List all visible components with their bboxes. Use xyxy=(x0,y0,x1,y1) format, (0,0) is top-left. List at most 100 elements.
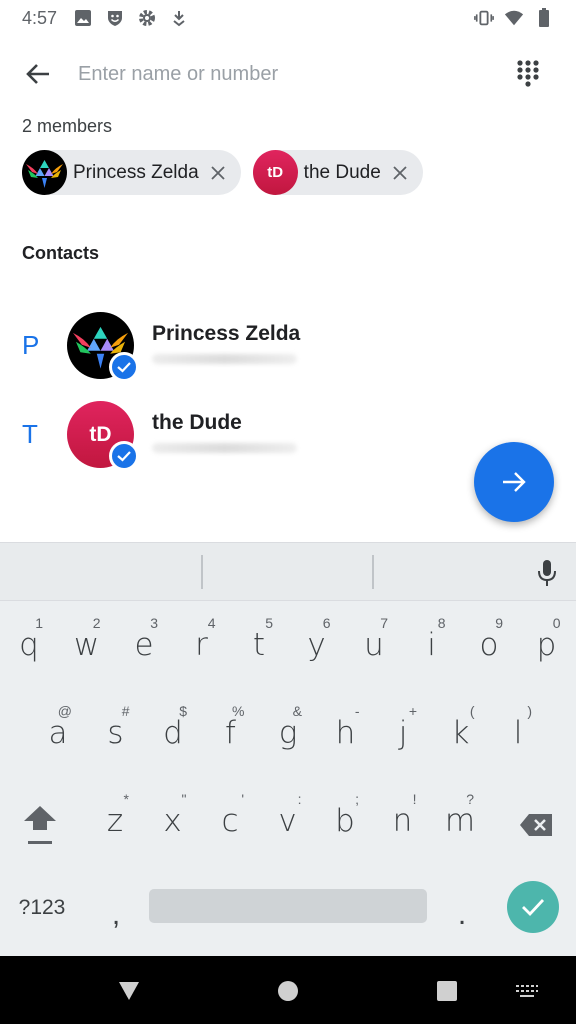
period-key[interactable]: . xyxy=(440,888,484,942)
key-c[interactable]: ' c xyxy=(202,781,258,861)
key-g[interactable]: & g xyxy=(260,693,316,773)
key-o[interactable]: 9o xyxy=(461,605,517,685)
key-q[interactable]: 1q xyxy=(1,605,57,685)
vibrate-icon xyxy=(474,8,494,28)
key-char: r xyxy=(195,627,208,663)
key-u[interactable]: 7u xyxy=(346,605,402,685)
key-j[interactable]: + j xyxy=(375,693,431,773)
key-r[interactable]: 4r xyxy=(174,605,230,685)
key-s[interactable]: # s xyxy=(88,693,144,773)
mic-icon xyxy=(538,560,556,586)
key-hint: @ xyxy=(57,703,72,719)
back-button[interactable] xyxy=(8,44,68,104)
key-f[interactable]: % f xyxy=(203,693,259,773)
key-char: b xyxy=(335,803,355,839)
nav-back-button[interactable] xyxy=(116,978,142,1004)
keyboard-icon xyxy=(516,985,538,997)
key-x[interactable]: " x xyxy=(145,781,201,861)
zelda-avatar xyxy=(22,150,67,195)
key-char: g xyxy=(278,715,298,751)
search-input[interactable] xyxy=(78,62,478,86)
suggestion-strip xyxy=(0,543,576,601)
key-n[interactable]: ! n xyxy=(375,781,431,861)
key-d[interactable]: $ d xyxy=(145,693,201,773)
keyboard-switch-button[interactable] xyxy=(514,978,540,1004)
square-recents-icon xyxy=(437,981,457,1001)
key-hint: $ xyxy=(179,703,187,719)
gear-icon xyxy=(137,8,157,28)
key-y[interactable]: 6y xyxy=(289,605,345,685)
key-hint: ! xyxy=(412,791,417,807)
close-icon xyxy=(393,165,407,180)
key-m[interactable]: ? m xyxy=(432,781,488,861)
check-icon xyxy=(522,899,545,917)
chip-label: the Dude xyxy=(303,161,381,183)
key-hint: % xyxy=(232,703,245,719)
key-z[interactable]: * z xyxy=(87,781,143,861)
backspace-key[interactable] xyxy=(508,795,564,855)
contact-name: the Dude xyxy=(152,411,242,434)
index-letter: T xyxy=(22,419,38,449)
avatar-initials: tD xyxy=(267,164,284,181)
key-p[interactable]: 0p xyxy=(519,605,575,685)
key-hint: " xyxy=(181,791,187,807)
key-char: e xyxy=(134,627,154,663)
key-t[interactable]: 5t xyxy=(231,605,287,685)
wifi-icon xyxy=(504,8,524,28)
keyboard: 1q2w3e4r5t6y7u8i9o0p @ a # s $ d% f & g - h + j(k) l … xyxy=(0,542,576,956)
key-l[interactable]: ) l xyxy=(490,693,546,773)
nav-home-button[interactable] xyxy=(275,978,301,1004)
member-chip[interactable]: tD the Dude xyxy=(252,150,423,195)
key-hint: ' xyxy=(241,791,244,807)
key-char: k xyxy=(451,715,470,751)
key-hint: : xyxy=(297,791,302,807)
remove-chip-button[interactable] xyxy=(207,162,229,184)
key-e[interactable]: 3e xyxy=(116,605,172,685)
next-fab-button[interactable] xyxy=(474,442,554,522)
smiley-shield-icon xyxy=(105,8,125,28)
triangle-back-icon xyxy=(119,982,139,1000)
index-letter: P xyxy=(22,330,40,360)
space-key[interactable] xyxy=(149,889,427,923)
key-char: h xyxy=(335,715,356,751)
key-v[interactable]: :v xyxy=(260,781,316,861)
selected-check-icon xyxy=(109,441,139,471)
circle-home-icon xyxy=(278,981,298,1001)
key-k[interactable]: (k xyxy=(433,693,489,773)
nav-recents-button[interactable] xyxy=(434,978,460,1004)
key-h[interactable]: -h xyxy=(318,693,374,773)
symbols-key[interactable]: ?123 xyxy=(6,883,78,933)
shift-key[interactable] xyxy=(12,789,68,859)
comma-key[interactable]: , xyxy=(94,888,138,942)
selected-check-icon xyxy=(109,352,139,382)
key-i[interactable]: 8i xyxy=(404,605,460,685)
mic-button[interactable] xyxy=(532,555,562,591)
key-hint: 7 xyxy=(380,615,388,631)
contact-detail-redacted xyxy=(152,443,297,453)
key-char: m xyxy=(444,803,476,839)
member-chip[interactable]: Princess Zelda xyxy=(22,150,241,195)
key-hint: ) xyxy=(527,703,532,719)
key-char: c xyxy=(221,803,239,839)
key-hint: 1 xyxy=(35,615,43,631)
dude-avatar: tD xyxy=(252,150,298,195)
enter-key[interactable] xyxy=(507,881,559,933)
key-b[interactable]: ; b xyxy=(317,781,373,861)
image-icon xyxy=(73,8,93,28)
dialpad-button[interactable] xyxy=(510,56,546,92)
close-icon xyxy=(211,165,225,180)
key-char: i xyxy=(427,627,436,663)
arrow-back-icon xyxy=(26,64,49,84)
key-hint: # xyxy=(121,703,130,719)
key-char: s xyxy=(107,715,124,751)
strip-divider xyxy=(201,555,203,589)
battery-icon xyxy=(534,8,554,28)
contact-row[interactable]: P Princess Zelda xyxy=(0,312,576,392)
key-hint: - xyxy=(354,703,360,719)
key-w[interactable]: 2w xyxy=(59,605,115,685)
key-hint: 6 xyxy=(322,615,331,631)
key-a[interactable]: @ a xyxy=(30,693,86,773)
remove-chip-button[interactable] xyxy=(389,162,411,184)
key-hint: ; xyxy=(355,791,359,807)
contact-detail-redacted xyxy=(152,354,297,364)
